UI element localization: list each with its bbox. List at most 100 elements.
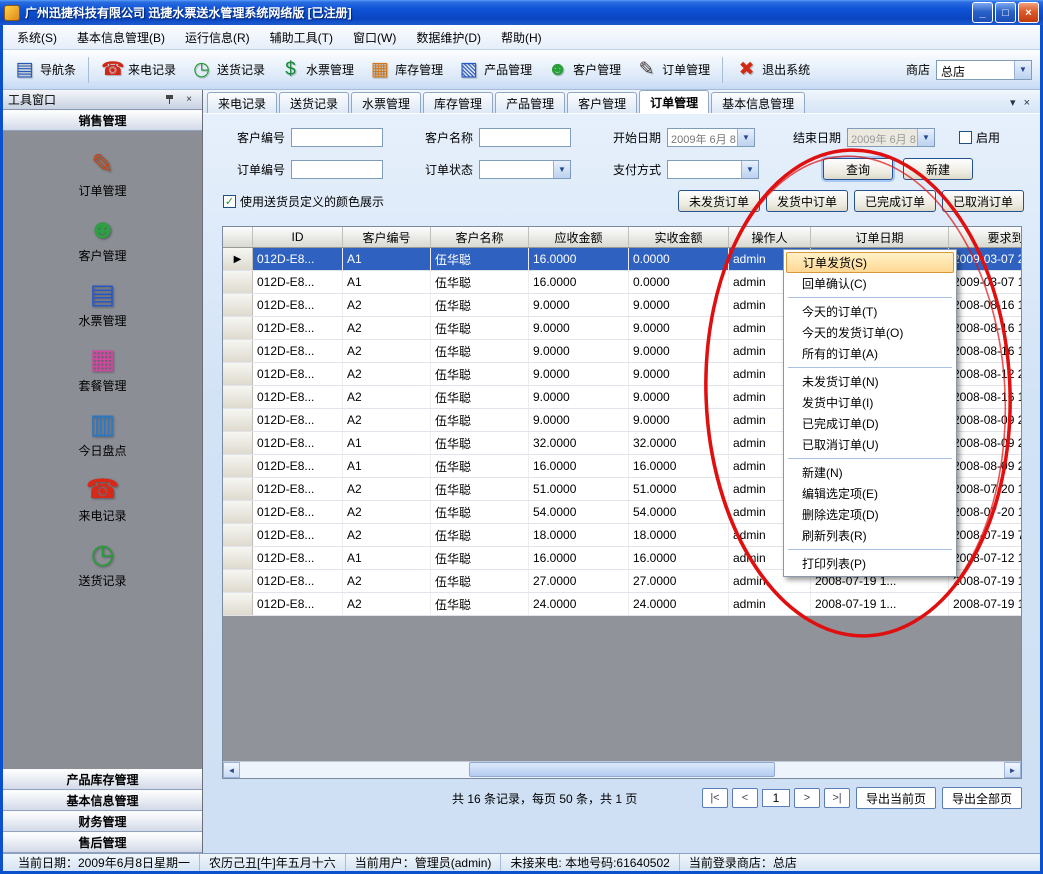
tab-order[interactable]: 订单管理 [639,90,709,113]
grid-header-id[interactable]: ID [253,227,343,247]
sidebar-group-sales[interactable]: 销售管理 [3,110,202,131]
inventory-button[interactable]: ▦ 库存管理 [362,56,449,84]
tab-product[interactable]: 产品管理 [495,92,565,113]
cancelled-orders-button[interactable]: 已取消订单 [942,190,1024,212]
store-select[interactable]: 总店 ▼ [936,60,1032,80]
table-row[interactable]: 012D-E8... A2 伍华聪 24.0000 24.0000 admin … [223,593,1021,616]
sidebar-item-package[interactable]: ▦ 套餐管理 [78,344,126,394]
menu-help[interactable]: 帮助(H) [491,26,552,49]
maximize-button[interactable]: □ [995,2,1016,23]
row-selector-cell[interactable] [223,478,253,500]
menu-completed-orders[interactable]: 已完成订单(D) [786,413,954,434]
toolbar-button[interactable] [722,57,723,83]
row-selector-cell[interactable] [223,524,253,546]
row-selector-cell[interactable] [223,363,253,385]
query-button[interactable]: 查询 [823,158,893,180]
tab-call-log[interactable]: 来电记录 [207,92,277,113]
tab-basic-info[interactable]: 基本信息管理 [711,92,805,113]
sidebar-group-after-sales[interactable]: 售后管理 [3,832,202,853]
order-status-arrow-icon[interactable]: ▼ [553,161,570,178]
export-all-pages-button[interactable]: 导出全部页 [942,787,1022,809]
menu-confirm-receipt[interactable]: 回单确认(C) [786,273,954,294]
row-selector-cell[interactable] [223,501,253,523]
product-button[interactable]: ▧ 产品管理 [451,56,538,84]
tab-customer[interactable]: 客户管理 [567,92,637,113]
close-button[interactable]: × [1018,2,1039,23]
context-menu-item[interactable] [786,546,954,553]
unshipped-orders-button[interactable]: 未发货订单 [678,190,760,212]
menu-cancelled-orders[interactable]: 已取消订单(U) [786,434,954,455]
horizontal-scrollbar[interactable]: ◄ ► [223,761,1021,778]
start-date-arrow-icon[interactable]: ▼ [737,129,754,146]
sidebar-group-product-inventory[interactable]: 产品库存管理 [3,769,202,790]
row-selector-cell[interactable] [223,409,253,431]
nav-bar-button[interactable]: ▤ 导航条 [7,56,82,84]
shipping-orders-button[interactable]: 发货中订单 [766,190,848,212]
customer-no-input[interactable] [291,128,383,147]
menu-aux-tools[interactable]: 辅助工具(T) [260,26,343,49]
context-menu-item[interactable] [786,455,954,462]
tab-inventory[interactable]: 库存管理 [423,92,493,113]
menu-new[interactable]: 新建(N) [786,462,954,483]
row-selector-cell[interactable] [223,455,253,477]
new-button[interactable]: 新建 [903,158,973,180]
row-selector-cell[interactable]: ▶ [223,248,253,270]
export-current-page-button[interactable]: 导出当前页 [856,787,936,809]
menu-unshipped-orders[interactable]: 未发货订单(N) [786,371,954,392]
row-selector-cell[interactable] [223,271,253,293]
completed-orders-button[interactable]: 已完成订单 [854,190,936,212]
grid-header-operator[interactable]: 操作人 [729,227,811,247]
grid-header-customer-no[interactable]: 客户编号 [343,227,431,247]
menu-refresh-list[interactable]: 刷新列表(R) [786,525,954,546]
first-page-button[interactable]: |< [702,788,728,808]
row-selector-cell[interactable] [223,570,253,592]
sidebar-close-icon[interactable]: × [181,92,197,107]
grid-header-delivery-date[interactable]: 要求到货日期 [949,227,1022,247]
delivery-log-button[interactable]: ◷ 送货记录 [184,56,271,84]
dropdown-arrow-icon[interactable]: ▼ [1014,61,1031,79]
menu-ship-order[interactable]: 订单发货(S) [786,252,954,273]
water-ticket-button[interactable]: $ 水票管理 [273,56,360,84]
last-page-button[interactable]: >| [824,788,850,808]
minimize-button[interactable]: _ [972,2,993,23]
menu-runtime-info[interactable]: 运行信息(R) [175,26,260,49]
next-page-button[interactable]: > [794,788,820,808]
customer-name-input[interactable] [479,128,571,147]
incoming-call-button[interactable]: ☎ 来电记录 [95,56,182,84]
row-selector-cell[interactable] [223,593,253,615]
row-selector-cell[interactable] [223,432,253,454]
pin-icon[interactable] [161,92,177,107]
menu-todays-orders[interactable]: 今天的订单(T) [786,301,954,322]
menu-print-list[interactable]: 打印列表(P) [786,553,954,574]
menu-edit-selected[interactable]: 编辑选定项(E) [786,483,954,504]
grid-header-customer-name[interactable]: 客户名称 [431,227,529,247]
scroll-right-icon[interactable]: ► [1004,762,1021,778]
row-selector-cell[interactable] [223,317,253,339]
page-number-input[interactable] [762,789,790,807]
row-selector-cell[interactable] [223,386,253,408]
tab-delivery-log[interactable]: 送货记录 [279,92,349,113]
order-status-select[interactable]: ▼ [479,160,571,179]
row-selector-cell[interactable] [223,294,253,316]
menu-window[interactable]: 窗口(W) [343,26,406,49]
row-selector-cell[interactable] [223,340,253,362]
tab-close-icon[interactable]: × [1024,97,1030,109]
menu-data-maintenance[interactable]: 数据维护(D) [406,26,491,49]
tab-water-ticket[interactable]: 水票管理 [351,92,421,113]
order-button[interactable]: ✎ 订单管理 [629,56,716,84]
grid-header-received[interactable]: 实收金额 [629,227,729,247]
toolbar-button[interactable] [88,57,89,83]
menu-system[interactable]: 系统(S) [7,26,67,49]
scrollbar-thumb[interactable] [469,762,775,777]
exit-button[interactable]: ✖ 退出系统 [729,56,816,84]
grid-header-order-date[interactable]: 订单日期 [811,227,949,247]
prev-page-button[interactable]: < [732,788,758,808]
scroll-left-icon[interactable]: ◄ [223,762,240,778]
context-menu-item[interactable] [786,294,954,301]
order-no-input[interactable] [291,160,383,179]
sidebar-item-order[interactable]: ✎ 订单管理 [78,149,126,199]
scrollbar-track[interactable] [240,762,1004,778]
sidebar-item-today-inventory[interactable]: ▥ 今日盘点 [78,409,126,459]
sidebar-item-customer[interactable]: ☻ 客户管理 [78,214,126,264]
sidebar-group-finance[interactable]: 财务管理 [3,811,202,832]
